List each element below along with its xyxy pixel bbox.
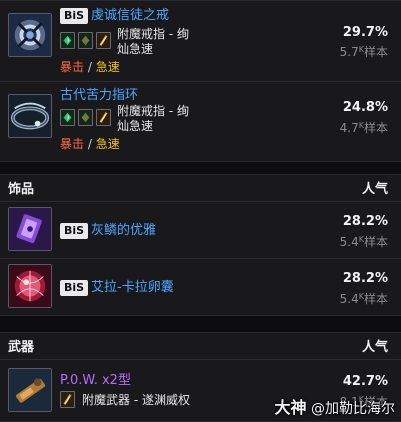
item-name[interactable]: 艾拉-卡拉卵囊	[91, 280, 174, 296]
red-gem-icon	[78, 32, 93, 49]
sample-count: 5.4K样本	[340, 232, 388, 250]
watermark-brand: 大神	[274, 398, 307, 417]
bis-badge: BiS	[60, 223, 89, 239]
sample-label: 样本	[363, 121, 388, 135]
sample-label: 样本	[363, 292, 388, 306]
stat-priority: 暴击 / 急速	[60, 137, 120, 152]
watermark-handle: @加勒比海尔	[311, 401, 395, 417]
grey-scale-trinket-icon	[8, 207, 52, 251]
enchant-scroll-icon	[96, 32, 111, 49]
trinket-row-1[interactable]: BiS 灰鳞的优雅 28.2% 5.4K样本	[0, 202, 401, 257]
sample-number: 5.4	[339, 292, 359, 306]
egg-sac-trinket-icon	[8, 264, 52, 308]
item-name[interactable]: P.0.W. x2型	[60, 373, 131, 389]
item-name[interactable]: 虔诚信徒之戒	[91, 8, 169, 24]
ring-row-1[interactable]: BiS 虔诚信徒之戒 附魔戒指 - 绚 灿急速 暴击 / 急速 29.7% 5.…	[0, 0, 401, 81]
sample-count: 5.7K样本	[340, 42, 388, 60]
sample-number: 5.7	[339, 45, 359, 59]
devout-ring-icon	[8, 13, 52, 57]
popularity-percent: 42.7%	[342, 374, 388, 389]
stat-separator: /	[87, 137, 92, 151]
enchant-text: 附魔武器 - 遂渊威权	[82, 393, 190, 407]
sample-count: 5.4K样本	[340, 289, 388, 307]
stat-separator: /	[87, 60, 92, 74]
item-name[interactable]: 古代苦力指环	[60, 88, 138, 104]
sample-number: 5.4	[339, 235, 359, 249]
stat-crit: 暴击	[60, 60, 85, 74]
item-name[interactable]: 灰鳞的优雅	[91, 223, 156, 239]
weapon-icon	[8, 368, 52, 412]
enchant-text-1: 附魔戒指 - 绚	[117, 104, 189, 118]
popularity-column-header[interactable]: 人气	[362, 340, 388, 356]
bis-badge: BiS	[60, 280, 89, 296]
sample-label: 样本	[363, 235, 388, 249]
bis-badge: BiS	[60, 8, 89, 24]
stat-priority: 暴击 / 急速	[60, 60, 120, 75]
enchant-scroll-icon	[60, 391, 75, 408]
sample-number: 4.7	[339, 121, 359, 135]
popularity-percent: 28.2%	[342, 271, 388, 286]
enchant-text-2: 灿急速	[117, 119, 154, 133]
ancient-ring-icon	[8, 94, 52, 138]
weapons-section-title: 武器	[8, 340, 35, 355]
green-gem-icon	[60, 32, 75, 49]
popularity-column-header[interactable]: 人气	[362, 182, 388, 198]
green-gem-icon	[60, 109, 75, 126]
enchant-text-2: 灿急速	[117, 42, 154, 56]
trinket-row-2[interactable]: BiS 艾拉-卡拉卵囊 28.2% 5.4K样本	[0, 259, 401, 315]
stat-haste: 急速	[95, 137, 120, 151]
stat-crit: 暴击	[60, 137, 85, 151]
trinkets-section-title: 饰品	[8, 182, 35, 197]
enchant-text-1: 附魔戒指 - 绚	[117, 27, 189, 41]
enchant-scroll-icon	[96, 109, 111, 126]
ring-row-2[interactable]: 古代苦力指环 附魔戒指 - 绚 灿急速 暴击 / 急速 24.8% 4.7K样本	[0, 82, 401, 162]
red-gem-icon	[78, 109, 93, 126]
watermark: 大神 @加勒比海尔	[275, 394, 395, 418]
stat-haste: 急速	[95, 60, 120, 74]
popularity-percent: 29.7%	[342, 25, 388, 40]
popularity-percent: 24.8%	[342, 100, 388, 115]
popularity-percent: 28.2%	[342, 214, 388, 229]
sample-count: 4.7K样本	[340, 118, 388, 136]
sample-label: 样本	[363, 45, 388, 59]
